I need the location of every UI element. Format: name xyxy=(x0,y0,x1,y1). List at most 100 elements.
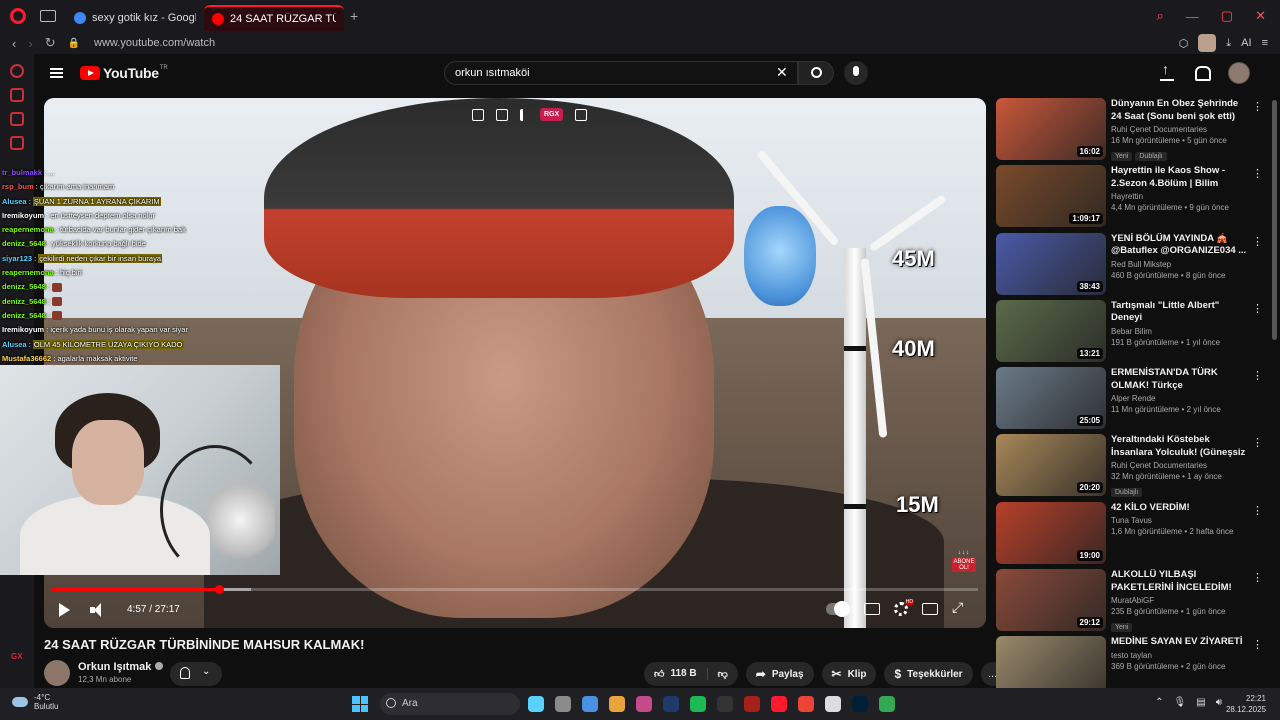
progress-bar[interactable] xyxy=(52,585,978,594)
subscribe-watermark[interactable]: ↓↓↓ ABONE OL! xyxy=(952,550,976,576)
clock[interactable]: 22:21 28.12.2025 xyxy=(1226,693,1266,715)
channel-name[interactable]: Alper Rende xyxy=(1111,394,1251,403)
taskbar-app-icon[interactable] xyxy=(879,696,895,712)
chat-username[interactable]: rsp_bum xyxy=(2,182,34,191)
chat-username[interactable]: Alusea xyxy=(2,340,27,349)
search-input[interactable]: orkun ısıtmaköi xyxy=(444,61,798,85)
reload-button[interactable]: ↻ xyxy=(45,35,56,51)
twitch-icon[interactable] xyxy=(10,112,24,126)
channel-name[interactable]: Red Bull Mikstep xyxy=(1111,260,1251,269)
voice-search-button[interactable] xyxy=(844,61,868,85)
skip-icon[interactable] xyxy=(520,108,528,121)
search-tabs-icon[interactable]: ⌕ xyxy=(1157,8,1164,24)
video-title[interactable]: ERMENİSTAN'DA TÜRK OLMAK! Türkçe konuştu… xyxy=(1111,367,1251,392)
autoplay-toggle[interactable] xyxy=(826,601,850,617)
scrubber-handle[interactable] xyxy=(214,585,224,594)
chat-username[interactable]: Alusea xyxy=(2,197,27,206)
chat-username[interactable]: tr_bulmakk xyxy=(2,168,42,177)
download-icon[interactable]: ⤓ xyxy=(1226,37,1231,50)
chat-username[interactable]: denizz_5648 xyxy=(2,239,46,248)
opera-logo-icon[interactable] xyxy=(10,8,26,24)
youtube-logo[interactable]: YouTube TR xyxy=(80,65,168,81)
recommended-video[interactable]: 13:21 Tartışmalı "Little Albert" Deneyi Be… xyxy=(996,299,1264,367)
easy-setup-icon[interactable]: ≡ xyxy=(1262,37,1268,49)
recommended-video[interactable]: 1:09:17 Hayrettin ile Kaos Show - 2.Sezon… xyxy=(996,165,1264,232)
video-thumbnail[interactable]: 13:21 xyxy=(996,299,1106,362)
more-options-icon[interactable]: ⋮ xyxy=(1252,302,1263,315)
volume-icon[interactable] xyxy=(90,603,106,617)
clear-search-icon[interactable]: ✕ xyxy=(776,64,788,81)
rgx-button[interactable]: RGX xyxy=(540,108,564,121)
start-button[interactable] xyxy=(352,696,368,712)
video-title[interactable]: Dünyanın En Obez Şehrinde 24 Saat (Sonu … xyxy=(1111,98,1251,123)
video-title[interactable]: ALKOLLÜ YILBAŞI PAKETLERİNİ İNCELEDİM! (… xyxy=(1111,569,1251,594)
extensions-icon[interactable]: ⬡ xyxy=(1179,37,1189,50)
taskbar-app-icon[interactable] xyxy=(582,696,598,712)
video-title[interactable]: 42 KİLO VERDİM! xyxy=(1111,502,1251,515)
new-tab-button[interactable]: + xyxy=(350,8,358,24)
chat-username[interactable]: denizz_5648 xyxy=(2,297,46,306)
video-title[interactable]: Tartışmalı "Little Albert" Deneyi xyxy=(1111,300,1251,325)
channel-name[interactable]: Ruhi Çenet Documentaries xyxy=(1111,125,1251,134)
video-thumbnail[interactable]: 25:05 xyxy=(996,367,1106,430)
taskbar-app-icon[interactable] xyxy=(771,696,787,712)
url-field[interactable]: www.youtube.com/watch xyxy=(94,37,215,49)
fullscreen-icon[interactable] xyxy=(952,599,966,616)
account-avatar[interactable] xyxy=(1228,62,1250,84)
chat-username[interactable]: denizz_5648 xyxy=(2,282,46,291)
popout-icon[interactable] xyxy=(472,108,484,121)
theater-mode-icon[interactable] xyxy=(922,603,938,615)
recommended-video[interactable]: 19:00 42 KİLO VERDİM! Tuna Tavus 1,6 Mn gör… xyxy=(996,501,1264,569)
messenger-icon[interactable] xyxy=(10,136,24,150)
channel-name[interactable]: MuratAbiGF xyxy=(1111,596,1251,605)
channel-name[interactable]: Bebar Bilim xyxy=(1111,327,1251,336)
recommended-video[interactable]: 16:02 Dünyanın En Obez Şehrinde 24 Saat (… xyxy=(996,98,1264,165)
more-options-icon[interactable]: ⋮ xyxy=(1252,167,1263,180)
video-thumbnail[interactable]: 16:02 xyxy=(996,98,1106,160)
taskbar-app-icon[interactable] xyxy=(798,696,814,712)
play-button[interactable] xyxy=(59,603,70,617)
share-button[interactable]: ➦ Paylaş xyxy=(745,662,814,686)
video-thumbnail[interactable]: 38:43 xyxy=(996,232,1106,295)
taskbar-app-icon[interactable] xyxy=(609,696,625,712)
enter-icon[interactable] xyxy=(496,108,508,121)
taskbar-app-icon[interactable] xyxy=(555,696,571,712)
taskbar-app-icon[interactable] xyxy=(825,696,841,712)
taskbar-app-icon[interactable] xyxy=(852,696,868,712)
tray-chevron-icon[interactable]: ⌃ xyxy=(1155,697,1163,708)
channel-name[interactable]: Tuna Tavus xyxy=(1111,516,1251,525)
chat-username[interactable]: Iremikoyum xyxy=(2,325,44,334)
more-options-icon[interactable]: ⋮ xyxy=(1252,235,1263,248)
taskbar-app-icon[interactable] xyxy=(636,696,652,712)
speaker-icon[interactable]: 🔊︎ xyxy=(1216,697,1222,708)
tab-google[interactable]: sexy gotik kız - Google'da xyxy=(66,5,204,31)
video-thumbnail[interactable]: 1:09:17 xyxy=(996,165,1106,228)
record-icon[interactable] xyxy=(575,108,588,121)
chat-username[interactable]: denizz_5648 xyxy=(2,311,46,320)
like-button[interactable]: 👍︎ 118 B xyxy=(644,668,708,680)
menu-icon[interactable] xyxy=(50,68,63,78)
forward-button[interactable]: › xyxy=(28,36,32,51)
gx-control-icon[interactable] xyxy=(10,64,24,78)
taskbar-app-icon[interactable] xyxy=(744,696,760,712)
channel-name-row[interactable]: Orkun Işıtmak xyxy=(78,661,164,673)
clip-button[interactable]: ✂ Klip xyxy=(821,662,877,686)
channel-name[interactable]: Orkun Işıtmak xyxy=(78,661,151,673)
chat-username[interactable]: siyar123 xyxy=(2,254,32,263)
subtitles-icon[interactable] xyxy=(864,603,880,615)
thanks-button[interactable]: $ Teşekkürler xyxy=(884,662,973,686)
video-thumbnail[interactable]: 20:20 xyxy=(996,434,1106,497)
weather-widget[interactable]: -4°C Bulutlu xyxy=(12,693,58,711)
tab-list-icon[interactable] xyxy=(40,10,56,22)
video-title[interactable]: Yeraltındaki Köstebek İnsanlara Yolculuk… xyxy=(1111,434,1251,459)
recommended-video[interactable]: 25:05 ERMENİSTAN'DA TÜRK OLMAK! Türkçe ko… xyxy=(996,367,1264,434)
channel-name[interactable]: Ruhi Çenet Documentaries xyxy=(1111,461,1251,470)
search-button[interactable] xyxy=(798,61,834,85)
gx-corner-icon[interactable] xyxy=(10,88,24,102)
more-options-icon[interactable]: ⋮ xyxy=(1252,369,1263,382)
aria-ai-button[interactable]: AI xyxy=(1241,37,1251,49)
microphone-icon[interactable]: 🎙︎ xyxy=(1174,697,1187,708)
close-window-button[interactable]: ✕ xyxy=(1255,8,1266,24)
settings-icon[interactable]: HD xyxy=(894,599,914,616)
profile-avatar[interactable] xyxy=(1198,34,1217,52)
